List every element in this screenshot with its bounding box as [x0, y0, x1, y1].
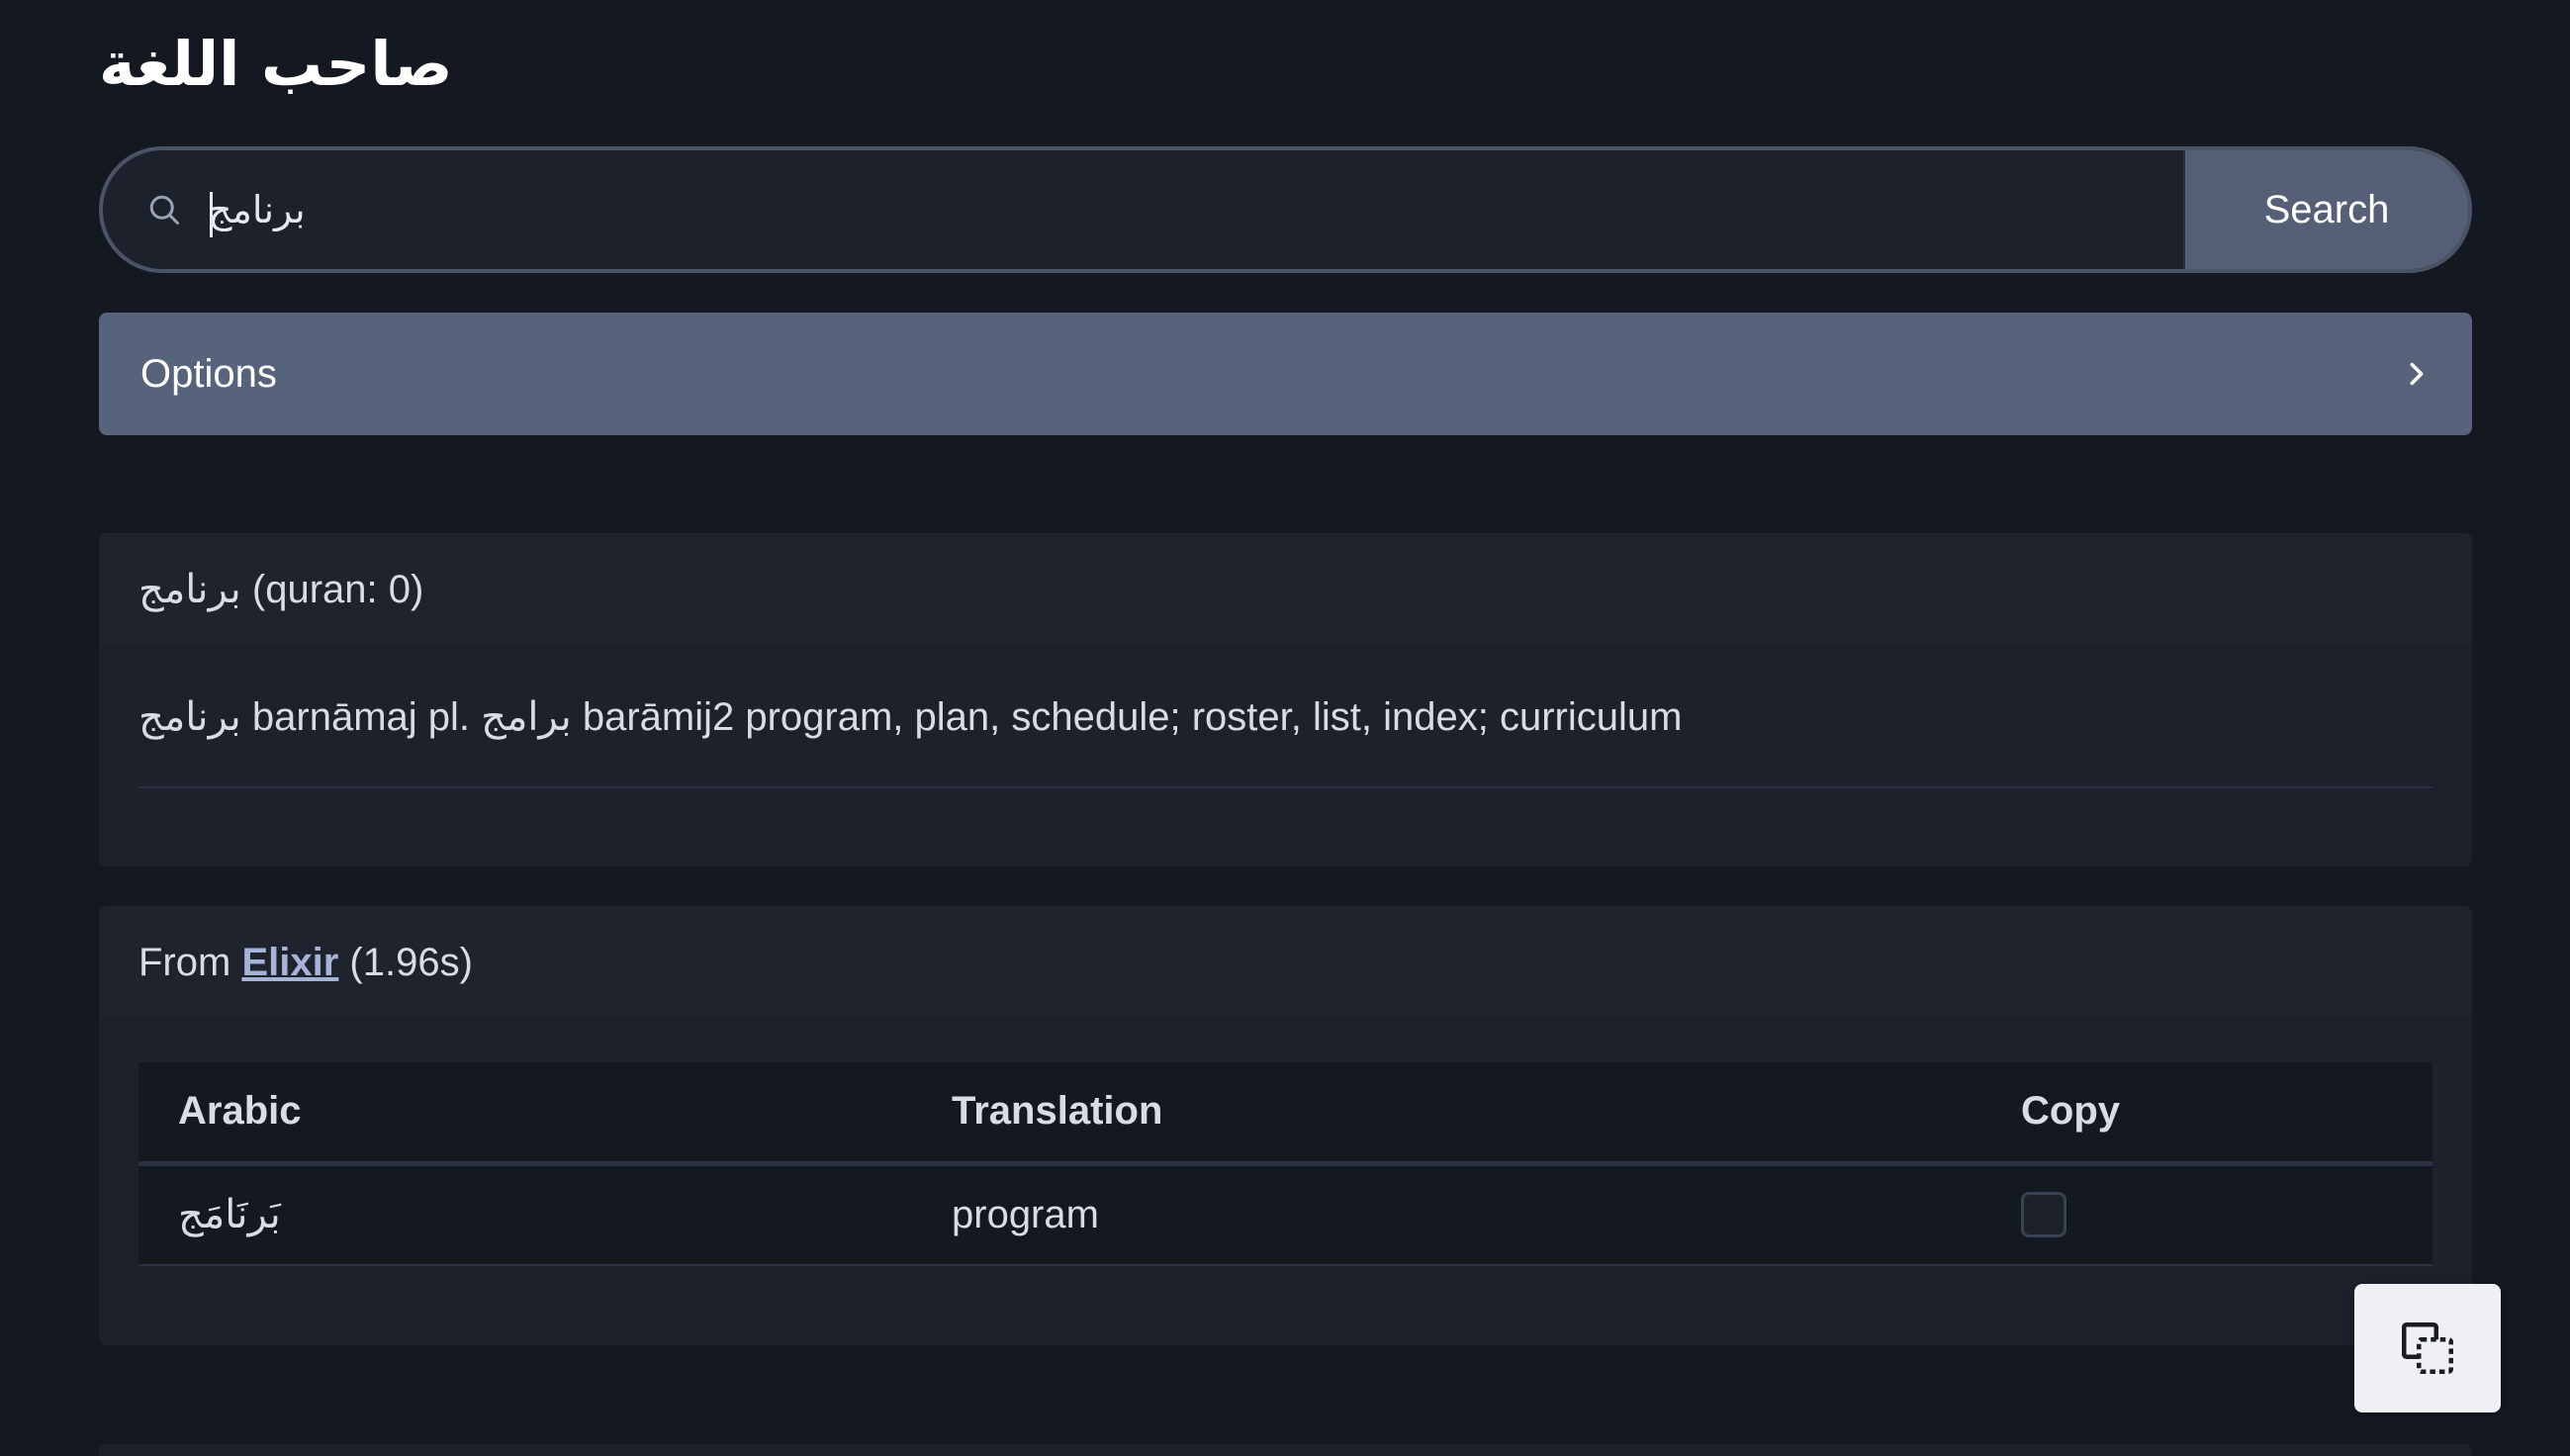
options-toggle[interactable]: Options — [99, 313, 2472, 435]
source-header: From Elixir (1.96s) — [99, 906, 2472, 1021]
definition-meaning: barāmij2 program, plan, schedule; roster… — [582, 694, 1683, 739]
source-prefix: From — [138, 940, 231, 984]
floating-copy-button[interactable] — [2354, 1284, 2501, 1412]
next-card-edge — [99, 1444, 2472, 1456]
column-header-translation: Translation — [952, 1089, 1163, 1134]
source-body: Arabic Translation Copy بَرنَامَج progra… — [99, 1062, 2472, 1266]
definition-word: برنامج — [138, 694, 241, 740]
chevron-right-icon — [2410, 362, 2424, 386]
cell-copy — [1981, 1163, 2432, 1265]
source-results-card: From Elixir (1.96s) Arabic Translation C… — [99, 906, 2472, 1345]
options-label: Options — [140, 351, 277, 396]
search-input[interactable] — [208, 150, 2137, 269]
search-form: Search — [99, 146, 2472, 273]
cell-arabic: بَرنَامَج — [178, 1192, 281, 1238]
copy-select-icon — [2402, 1322, 2453, 1374]
table-header-row: Arabic Translation Copy — [138, 1062, 2432, 1163]
source-link[interactable]: Elixir — [241, 941, 338, 985]
results-table: Arabic Translation Copy بَرنَامَج progra… — [138, 1062, 2432, 1266]
entry-header-meta: (quran: 0) — [251, 567, 424, 611]
site-title[interactable]: صاحب اللغة — [99, 10, 453, 119]
dictionary-entry-card: برنامج (quran: 0) برنامج barnāmaj pl. بر… — [99, 533, 2472, 866]
copy-checkbox[interactable] — [2021, 1192, 2066, 1238]
entry-header: برنامج (quran: 0) — [99, 533, 2472, 648]
entry-definition: برنامج barnāmaj pl. برامج barāmij2 progr… — [138, 648, 2432, 788]
text-caret — [210, 192, 213, 237]
entry-body: برنامج barnāmaj pl. برامج barāmij2 progr… — [99, 648, 2472, 788]
search-icon — [149, 195, 179, 225]
search-button[interactable]: Search — [2183, 150, 2468, 269]
column-header-arabic: Arabic — [178, 1089, 302, 1134]
search-field — [103, 150, 2183, 269]
definition-plural: برامج — [481, 694, 572, 740]
source-timing: (1.96s) — [349, 940, 473, 984]
entry-header-word: برنامج — [138, 567, 241, 612]
cell-translation: program — [952, 1192, 1099, 1236]
column-header-copy: Copy — [2021, 1089, 2120, 1134]
table-row: بَرنَامَج program — [138, 1163, 2432, 1265]
definition-translit: barnāmaj pl. — [251, 694, 471, 739]
